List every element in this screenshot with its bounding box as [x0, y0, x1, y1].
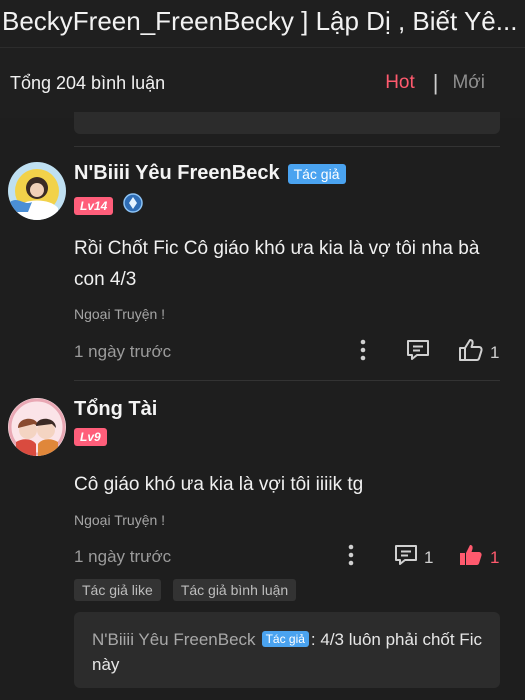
previous-reply-box	[74, 112, 500, 134]
like-count: 1	[490, 342, 500, 362]
sort-new-tab[interactable]: Mới	[452, 72, 485, 94]
more-options-button[interactable]	[356, 338, 370, 367]
username[interactable]: Tổng Tài	[74, 398, 157, 421]
level-badge: Lv9	[74, 428, 107, 446]
comment-header: N'Biiii Yêu FreenBeck Tác giả	[74, 162, 346, 185]
comment-time: 1 ngày trước	[74, 342, 172, 361]
title-bar: BeckyFreen_FreenBecky ] Lập Dị , Biết Yê…	[0, 0, 525, 48]
tag-author-like: Tác giả like	[74, 579, 161, 601]
level-row: Lv14	[74, 193, 144, 218]
level-diamond-icon	[123, 193, 144, 218]
reply-author[interactable]: N'Biiii Yêu FreenBeck	[92, 630, 256, 649]
comment-header: Tổng Tài	[74, 398, 157, 421]
author-badge: Tác giả	[287, 163, 346, 184]
comment-content: Cô giáo khó ưa kia là vợi tôi iiiik tg	[74, 474, 364, 495]
level-badge: Lv14	[74, 196, 114, 215]
comment-summary-bar: Tổng 204 bình luận Hot | Mới	[0, 48, 525, 118]
comment-icon	[405, 338, 431, 367]
comment-icon	[393, 543, 419, 572]
avatar[interactable]	[8, 398, 66, 456]
like-button[interactable]: 1	[458, 543, 499, 572]
comment-divider	[74, 146, 500, 147]
username[interactable]: N'Biiii Yêu FreenBeck	[74, 162, 280, 185]
comment-content: Rồi Chốt Fic Cô giáo khó ưa kia là vợ tô…	[74, 238, 480, 290]
author-badge: Tác giả	[261, 631, 309, 647]
reply-preview-box[interactable]: N'Biiii Yêu FreenBeck Tác giả: 4/3 luôn p…	[74, 612, 500, 688]
tag-author-reply: Tác giả bình luận	[172, 579, 297, 601]
more-vertical-icon	[344, 543, 358, 572]
comment-tags: Tác giả like Tác giả bình luận	[74, 579, 308, 601]
avatar[interactable]	[8, 162, 66, 220]
level-row: Lv9	[74, 428, 107, 446]
comment-time: 1 ngày trước	[74, 547, 172, 566]
thumbs-up-icon	[458, 338, 484, 367]
reply-count: 1	[424, 547, 434, 567]
comment-divider	[74, 380, 500, 381]
thumbs-up-filled-icon	[458, 543, 484, 572]
sort-options: Hot | Mới	[385, 70, 485, 96]
chapter-label[interactable]: Ngoại Truyện !	[74, 512, 165, 528]
more-vertical-icon	[356, 338, 370, 367]
chapter-label[interactable]: Ngoại Truyện !	[74, 306, 165, 322]
reply-button[interactable]	[405, 338, 431, 367]
story-title: BeckyFreen_FreenBecky ] Lập Dị , Biết Yê…	[2, 6, 518, 36]
like-button[interactable]: 1	[458, 338, 499, 367]
reply-button[interactable]: 1	[393, 543, 433, 572]
more-options-button[interactable]	[344, 543, 358, 572]
like-count: 1	[490, 547, 500, 567]
sort-hot-tab[interactable]: Hot	[385, 72, 415, 94]
comment-total: Tổng 204 bình luận	[10, 73, 166, 93]
sort-separator: |	[432, 70, 439, 95]
